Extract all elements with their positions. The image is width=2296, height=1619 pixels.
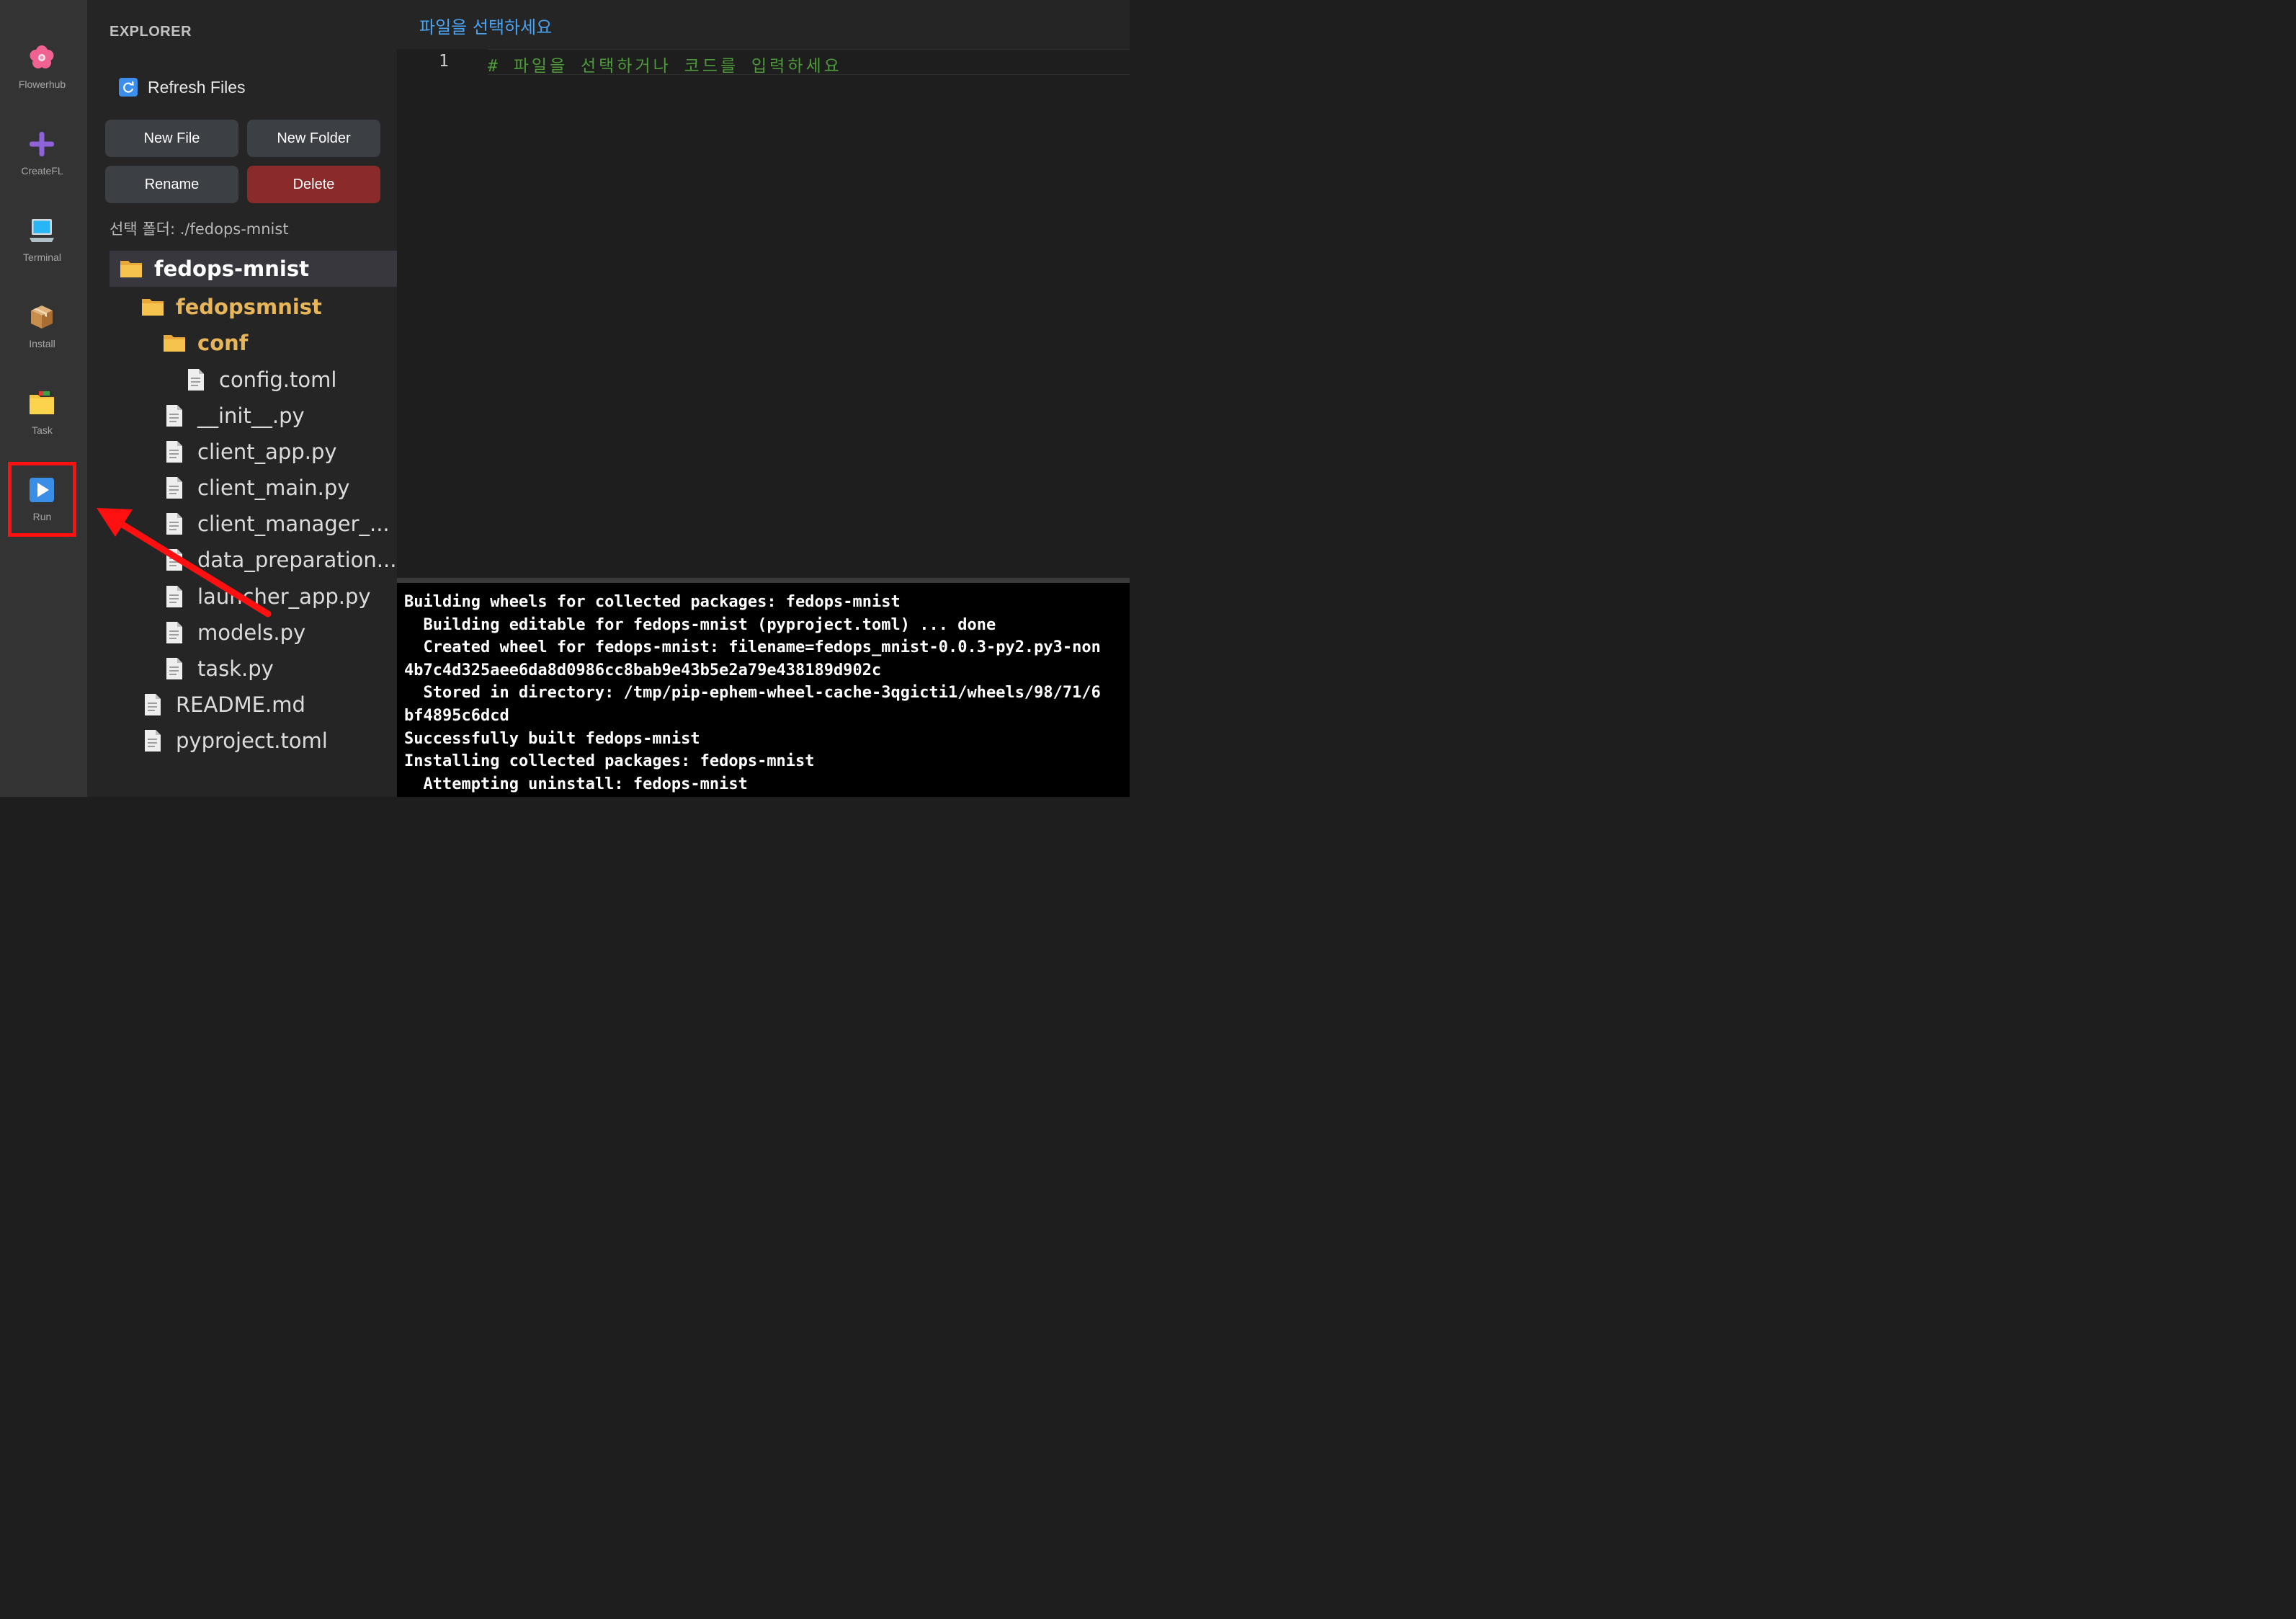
explorer-sidebar: EXPLORER Refresh Files New File New Fold…	[87, 0, 397, 797]
folder-icon	[163, 331, 186, 354]
tree-file[interactable]: client_app.py	[153, 434, 397, 470]
tree-file[interactable]: config.toml	[174, 362, 397, 398]
tree-item-label: README.md	[176, 692, 305, 717]
tree-file[interactable]: pyproject.toml	[131, 723, 397, 759]
new-folder-button[interactable]: New Folder	[247, 120, 380, 157]
tree-file[interactable]: launcher_app.py	[153, 579, 397, 615]
activity-item-flowerhub[interactable]: Flowerhub	[0, 45, 84, 124]
refresh-files-label: Refresh Files	[148, 77, 246, 97]
file-icon	[163, 585, 186, 608]
terminal-line: Building wheels for collected packages: …	[404, 593, 901, 611]
activity-bar: Flowerhub CreateFL Terminal Install Task…	[0, 0, 87, 797]
activity-item-createfl[interactable]: CreateFL	[0, 131, 84, 210]
file-icon	[163, 440, 186, 463]
editor-title: 파일을 선택하세요	[419, 17, 553, 37]
file-icon	[163, 548, 186, 571]
terminal-line: bf4895c6dcd	[404, 707, 509, 725]
tree-file[interactable]: __init__.py	[153, 398, 397, 434]
tree-file[interactable]: models.py	[153, 615, 397, 651]
laptop-icon	[30, 219, 54, 242]
delete-button[interactable]: Delete	[247, 166, 380, 203]
file-icon	[163, 621, 186, 644]
terminal-line: Attempting uninstall: fedops-mnist	[404, 775, 748, 793]
flower-icon	[30, 45, 54, 68]
terminal-line: Installing collected packages: fedops-mn…	[404, 752, 815, 771]
tree-folder[interactable]: conf	[153, 325, 397, 361]
refresh-files-button[interactable]: Refresh Files	[119, 76, 245, 98]
activity-item-task[interactable]: Task	[0, 391, 84, 470]
tree-item-label: fedopsmnist	[176, 295, 322, 319]
panel-resize-handle[interactable]	[397, 578, 1130, 583]
tree-item-label: fedops-mnist	[154, 257, 309, 281]
explorer-title: EXPLORER	[110, 24, 192, 40]
activity-label: Flowerhub	[18, 79, 66, 90]
file-icon	[163, 404, 186, 427]
tree-item-label: task.py	[197, 656, 274, 681]
tree-file[interactable]: README.md	[131, 687, 397, 723]
file-icon	[141, 729, 164, 752]
file-icon	[163, 657, 186, 680]
terminal-output[interactable]: Building wheels for collected packages: …	[397, 583, 1130, 797]
tree-folder[interactable]: fedopsmnist	[131, 289, 397, 325]
tree-item-label: client_main.py	[197, 476, 350, 500]
tree-item-label: launcher_app.py	[197, 584, 371, 609]
tree-file[interactable]: data_preparation...	[153, 542, 397, 578]
activity-label: Install	[29, 338, 55, 349]
activity-label: CreateFL	[21, 165, 63, 177]
terminal-line: 4b7c4d325aee6da8d0986cc8bab9e43b5e2a79e4…	[404, 661, 882, 679]
plus-icon	[30, 132, 54, 156]
folder-icon	[120, 257, 143, 280]
file-icon	[163, 512, 186, 535]
refresh-icon	[119, 78, 138, 97]
code-editor[interactable]: 파일을 선택하세요 1 # 파일을 선택하거나 코드를 입력하세요	[397, 0, 1130, 578]
file-icon	[184, 368, 207, 391]
code-line[interactable]: # 파일을 선택하거나 코드를 입력하세요	[488, 52, 842, 76]
tree-item-label: config.toml	[219, 367, 337, 392]
activity-label: Run	[32, 511, 52, 522]
terminal-line: Created wheel for fedops-mnist: filename…	[404, 638, 1101, 657]
line-number: 1	[439, 52, 449, 71]
file-icon	[163, 476, 186, 499]
terminal-line: Building editable for fedops-mnist (pypr…	[404, 615, 996, 634]
tree-item-label: models.py	[197, 620, 306, 645]
terminal-line: Successfully built fedops-mnist	[404, 729, 700, 748]
tree-item-label: pyproject.toml	[176, 728, 328, 753]
tree-item-label: client_app.py	[197, 440, 337, 464]
activity-label: Task	[32, 424, 53, 436]
activity-label: Terminal	[23, 251, 61, 263]
tree-item-label: data_preparation...	[197, 548, 397, 572]
tree-item-label: client_manager_...	[197, 512, 390, 536]
package-icon	[31, 305, 53, 329]
activity-item-install[interactable]: Install	[0, 304, 84, 383]
folder-icon	[141, 295, 164, 318]
activity-item-terminal[interactable]: Terminal	[0, 218, 84, 297]
editor-header: 파일을 선택하세요	[397, 0, 1130, 49]
tree-folder[interactable]: fedops-mnist	[110, 251, 397, 287]
terminal-line: Stored in directory: /tmp/pip-ephem-whee…	[404, 684, 1101, 703]
file-icon	[141, 693, 164, 716]
tree-item-label: conf	[197, 331, 249, 355]
tree-item-label: __init__.py	[197, 403, 305, 428]
tree-file[interactable]: client_main.py	[153, 470, 397, 506]
new-file-button[interactable]: New File	[105, 120, 238, 157]
tree-file[interactable]: client_manager_...	[153, 506, 397, 542]
play-icon	[30, 478, 54, 502]
folder-icon	[30, 391, 54, 414]
tree-file[interactable]: task.py	[153, 651, 397, 687]
rename-button[interactable]: Rename	[105, 166, 238, 203]
selected-folder-path: 선택 폴더: ./fedops-mnist	[110, 220, 289, 238]
activity-item-run[interactable]: Run	[0, 477, 84, 556]
